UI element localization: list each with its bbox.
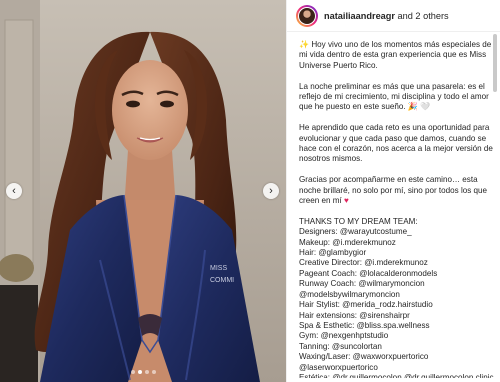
team-credit: Makeup: @i.mderekmunoz (299, 237, 396, 247)
team-credit: Hair: @glambygior (299, 248, 367, 258)
team-heading: THANKS TO MY DREAM TEAM: (299, 216, 418, 226)
coauthors-text[interactable]: and 2 others (395, 11, 449, 21)
post-photo: MISS COMMI (0, 0, 286, 382)
team-credit: Waxing/Laser: @waxworxpuertorico (299, 352, 429, 362)
robe-print-line1: MISS (210, 265, 227, 272)
post-media[interactable]: MISS COMMI ‹ › (0, 0, 286, 382)
carousel-dot (151, 370, 156, 374)
post-authors: natailiaandreagr and 2 others (324, 11, 449, 21)
post-caption: ✨ Hoy vivo uno de los momentos más espec… (299, 40, 495, 378)
team-credit: Designers: @warayutcostume_ (299, 227, 412, 237)
team-credit: Estética: @dr.guillermocolon @dr.guiller… (299, 372, 494, 378)
team-credit: Gym: @nexgenhptstudio (299, 331, 389, 341)
background-chair (0, 285, 38, 382)
avatar[interactable] (296, 4, 318, 27)
post-header: natailiaandreagr and 2 others (287, 0, 500, 32)
scrollbar-thumb[interactable] (493, 34, 497, 92)
caption-scrollbar[interactable] (493, 34, 497, 374)
caption-paragraph-2: La noche preliminar es más que una pasar… (299, 81, 489, 112)
team-credit: Pageant Coach: @lolacalderonmodels (299, 268, 438, 278)
previous-photo-button[interactable]: ‹ (6, 183, 22, 199)
next-photo-button[interactable]: › (263, 183, 279, 199)
dream-team-list: THANKS TO MY DREAM TEAM: Designers: @wara… (299, 217, 495, 378)
team-credit: @laserworxpuertorico (299, 362, 378, 372)
carousel-dot (137, 370, 142, 374)
caption-intro: ✨ Hoy vivo uno de los momentos más espec… (299, 40, 492, 70)
team-credit: Hair extensions: @sirenshairpr (299, 310, 410, 320)
team-credit: Runway Coach: @wilmarymoncion @modelsbyw… (299, 279, 425, 299)
face (112, 60, 188, 160)
instagram-post: MISS COMMI ‹ › natailiaandreagr and 2 ot… (0, 0, 500, 382)
carousel-dot (130, 370, 135, 374)
username-link[interactable]: natailiaandreagr (324, 11, 395, 21)
robe-print-line2: COMMI (210, 277, 234, 284)
caption-paragraph-3: He aprendido que cada reto es una oportu… (299, 123, 493, 164)
post-side-panel: natailiaandreagr and 2 others ✨ Hoy vivo… (286, 0, 500, 382)
team-credit: Creative Director: @i.mderekmunoz (299, 258, 428, 268)
carousel-dot (144, 370, 149, 374)
chevron-left-icon: ‹ (12, 185, 16, 197)
heart-icon: ♥ (344, 196, 349, 206)
caption-paragraph-4-text: Gracias por acompañarme en este camino… … (299, 175, 488, 206)
team-credit: Hair Stylist: @merida_rodz.hairstudio (299, 300, 433, 310)
caption-paragraph-4: Gracias por acompañarme en este camino… … (299, 175, 495, 206)
carousel-indicator (0, 370, 286, 374)
team-credit: Spa & Esthetic: @bliss.spa.wellness (299, 320, 430, 330)
chevron-right-icon: › (269, 185, 273, 197)
team-credit: Tanning: @suncolortan (299, 341, 382, 351)
